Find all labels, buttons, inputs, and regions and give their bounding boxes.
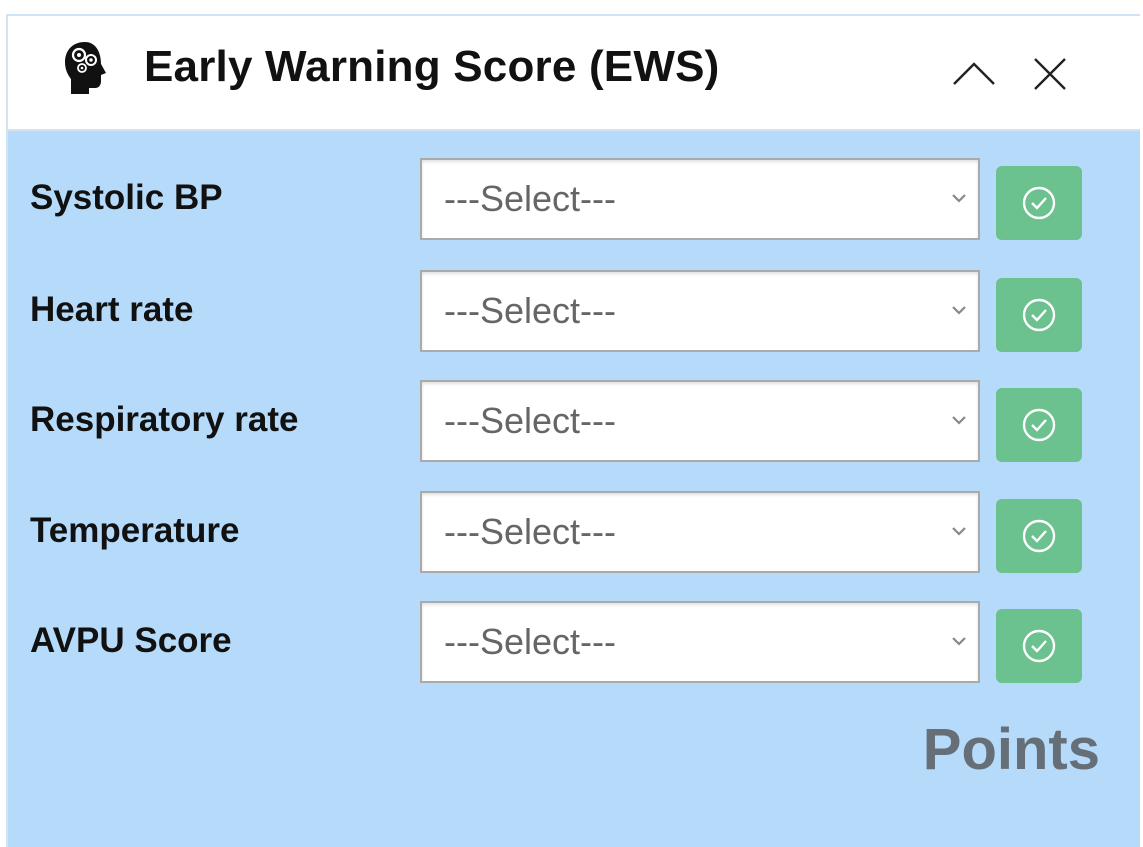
field-row-heart-rate: Heart rate ---Select--- bbox=[8, 270, 1140, 354]
respiratory-rate-select[interactable]: ---Select--- bbox=[420, 380, 980, 462]
collapse-button[interactable] bbox=[950, 50, 998, 98]
select-value: ---Select--- bbox=[444, 290, 616, 331]
check-circle-icon bbox=[1022, 298, 1056, 332]
chevron-down-icon bbox=[952, 306, 966, 315]
heart-rate-confirm-button[interactable] bbox=[996, 278, 1082, 352]
field-label: AVPU Score bbox=[30, 621, 232, 660]
respiratory-rate-confirm-button[interactable] bbox=[996, 388, 1082, 462]
select-value: ---Select--- bbox=[444, 511, 616, 552]
close-button[interactable] bbox=[1026, 50, 1074, 98]
avpu-score-confirm-button[interactable] bbox=[996, 609, 1082, 683]
field-label: Heart rate bbox=[30, 290, 194, 329]
field-label: Respiratory rate bbox=[30, 400, 299, 439]
chevron-down-icon bbox=[952, 637, 966, 646]
chevron-down-icon bbox=[952, 527, 966, 536]
close-icon bbox=[1034, 58, 1066, 90]
field-label: Temperature bbox=[30, 511, 240, 550]
avpu-score-select[interactable]: ---Select--- bbox=[420, 601, 980, 683]
panel-header: Early Warning Score (EWS) bbox=[8, 16, 1140, 131]
field-label: Systolic BP bbox=[30, 178, 223, 217]
ews-panel: Early Warning Score (EWS) Systolic BP --… bbox=[6, 14, 1140, 847]
check-circle-icon bbox=[1022, 519, 1056, 553]
systolic-bp-select[interactable]: ---Select--- bbox=[420, 158, 980, 240]
systolic-bp-confirm-button[interactable] bbox=[996, 166, 1082, 240]
field-row-respiratory-rate: Respiratory rate ---Select--- bbox=[8, 380, 1140, 464]
field-row-avpu-score: AVPU Score ---Select--- bbox=[8, 601, 1140, 685]
check-circle-icon bbox=[1022, 186, 1056, 220]
temperature-select[interactable]: ---Select--- bbox=[420, 491, 980, 573]
select-value: ---Select--- bbox=[444, 400, 616, 441]
temperature-confirm-button[interactable] bbox=[996, 499, 1082, 573]
field-row-temperature: Temperature ---Select--- bbox=[8, 491, 1140, 575]
heart-rate-select[interactable]: ---Select--- bbox=[420, 270, 980, 352]
select-value: ---Select--- bbox=[444, 621, 616, 662]
check-circle-icon bbox=[1022, 629, 1056, 663]
check-circle-icon bbox=[1022, 408, 1056, 442]
points-label: Points bbox=[922, 717, 1100, 782]
select-value: ---Select--- bbox=[444, 178, 616, 219]
panel-title: Early Warning Score (EWS) bbox=[144, 42, 720, 91]
chevron-up-icon bbox=[953, 62, 995, 85]
brain-gears-icon bbox=[65, 42, 106, 94]
field-row-systolic-bp: Systolic BP ---Select--- bbox=[8, 158, 1140, 242]
chevron-down-icon bbox=[952, 194, 966, 203]
chevron-down-icon bbox=[952, 416, 966, 425]
